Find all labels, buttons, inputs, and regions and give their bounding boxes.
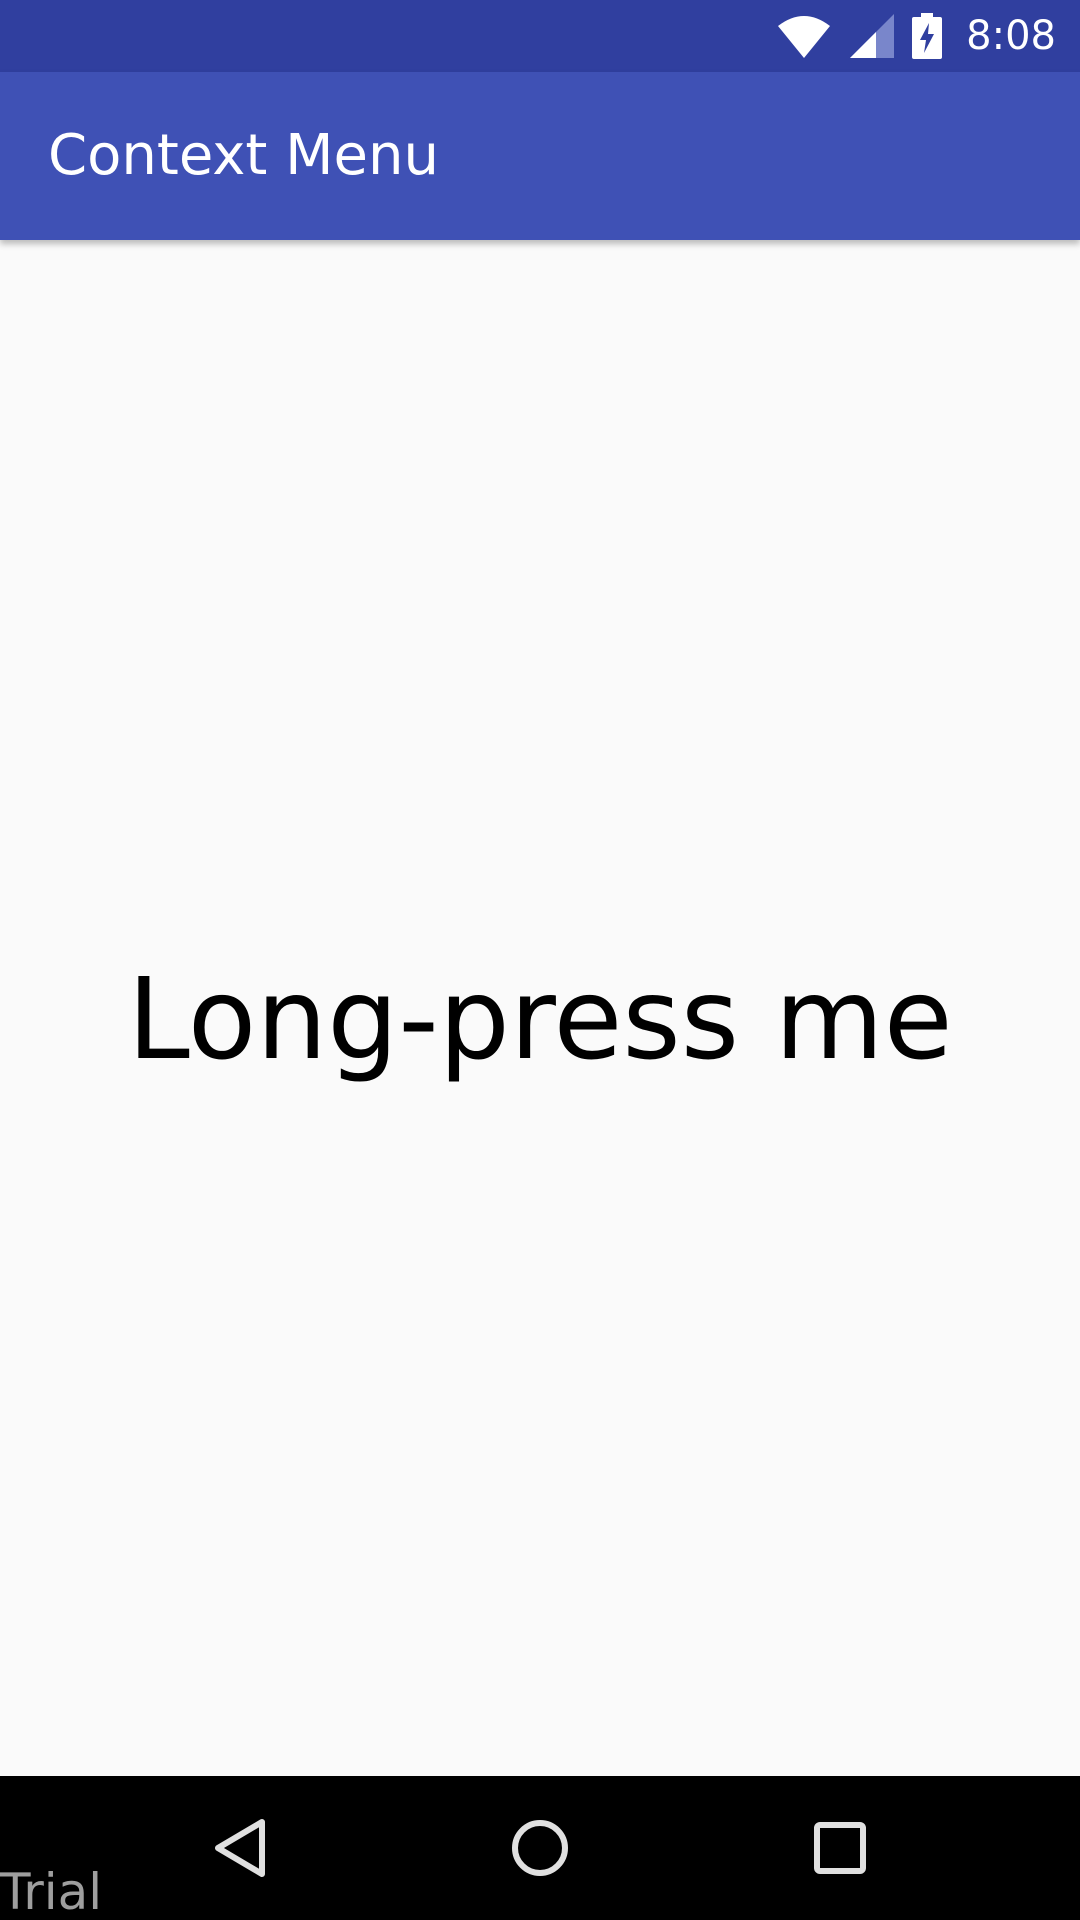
screen: 8:08 Context Menu Long-press me Trial xyxy=(0,0,1080,1920)
status-time: 8:08 xyxy=(966,13,1056,59)
app-title: Context Menu xyxy=(48,123,439,188)
app-bar: Context Menu xyxy=(0,72,1080,240)
navigation-bar: Trial xyxy=(0,1776,1080,1920)
wifi-icon xyxy=(776,14,832,58)
long-press-label[interactable]: Long-press me xyxy=(0,950,1080,1090)
battery-charging-icon xyxy=(912,13,943,59)
trial-watermark: Trial xyxy=(0,1863,103,1920)
home-icon xyxy=(510,1818,570,1878)
back-icon xyxy=(212,1818,268,1878)
home-button[interactable] xyxy=(468,1776,612,1920)
recents-icon xyxy=(813,1821,867,1875)
back-button[interactable] xyxy=(168,1776,312,1920)
content-area: Long-press me xyxy=(0,240,1080,1776)
status-bar: 8:08 xyxy=(0,0,1080,72)
cell-signal-icon xyxy=(850,14,895,58)
status-icons: 8:08 xyxy=(776,0,1056,72)
recents-button[interactable] xyxy=(768,1776,912,1920)
